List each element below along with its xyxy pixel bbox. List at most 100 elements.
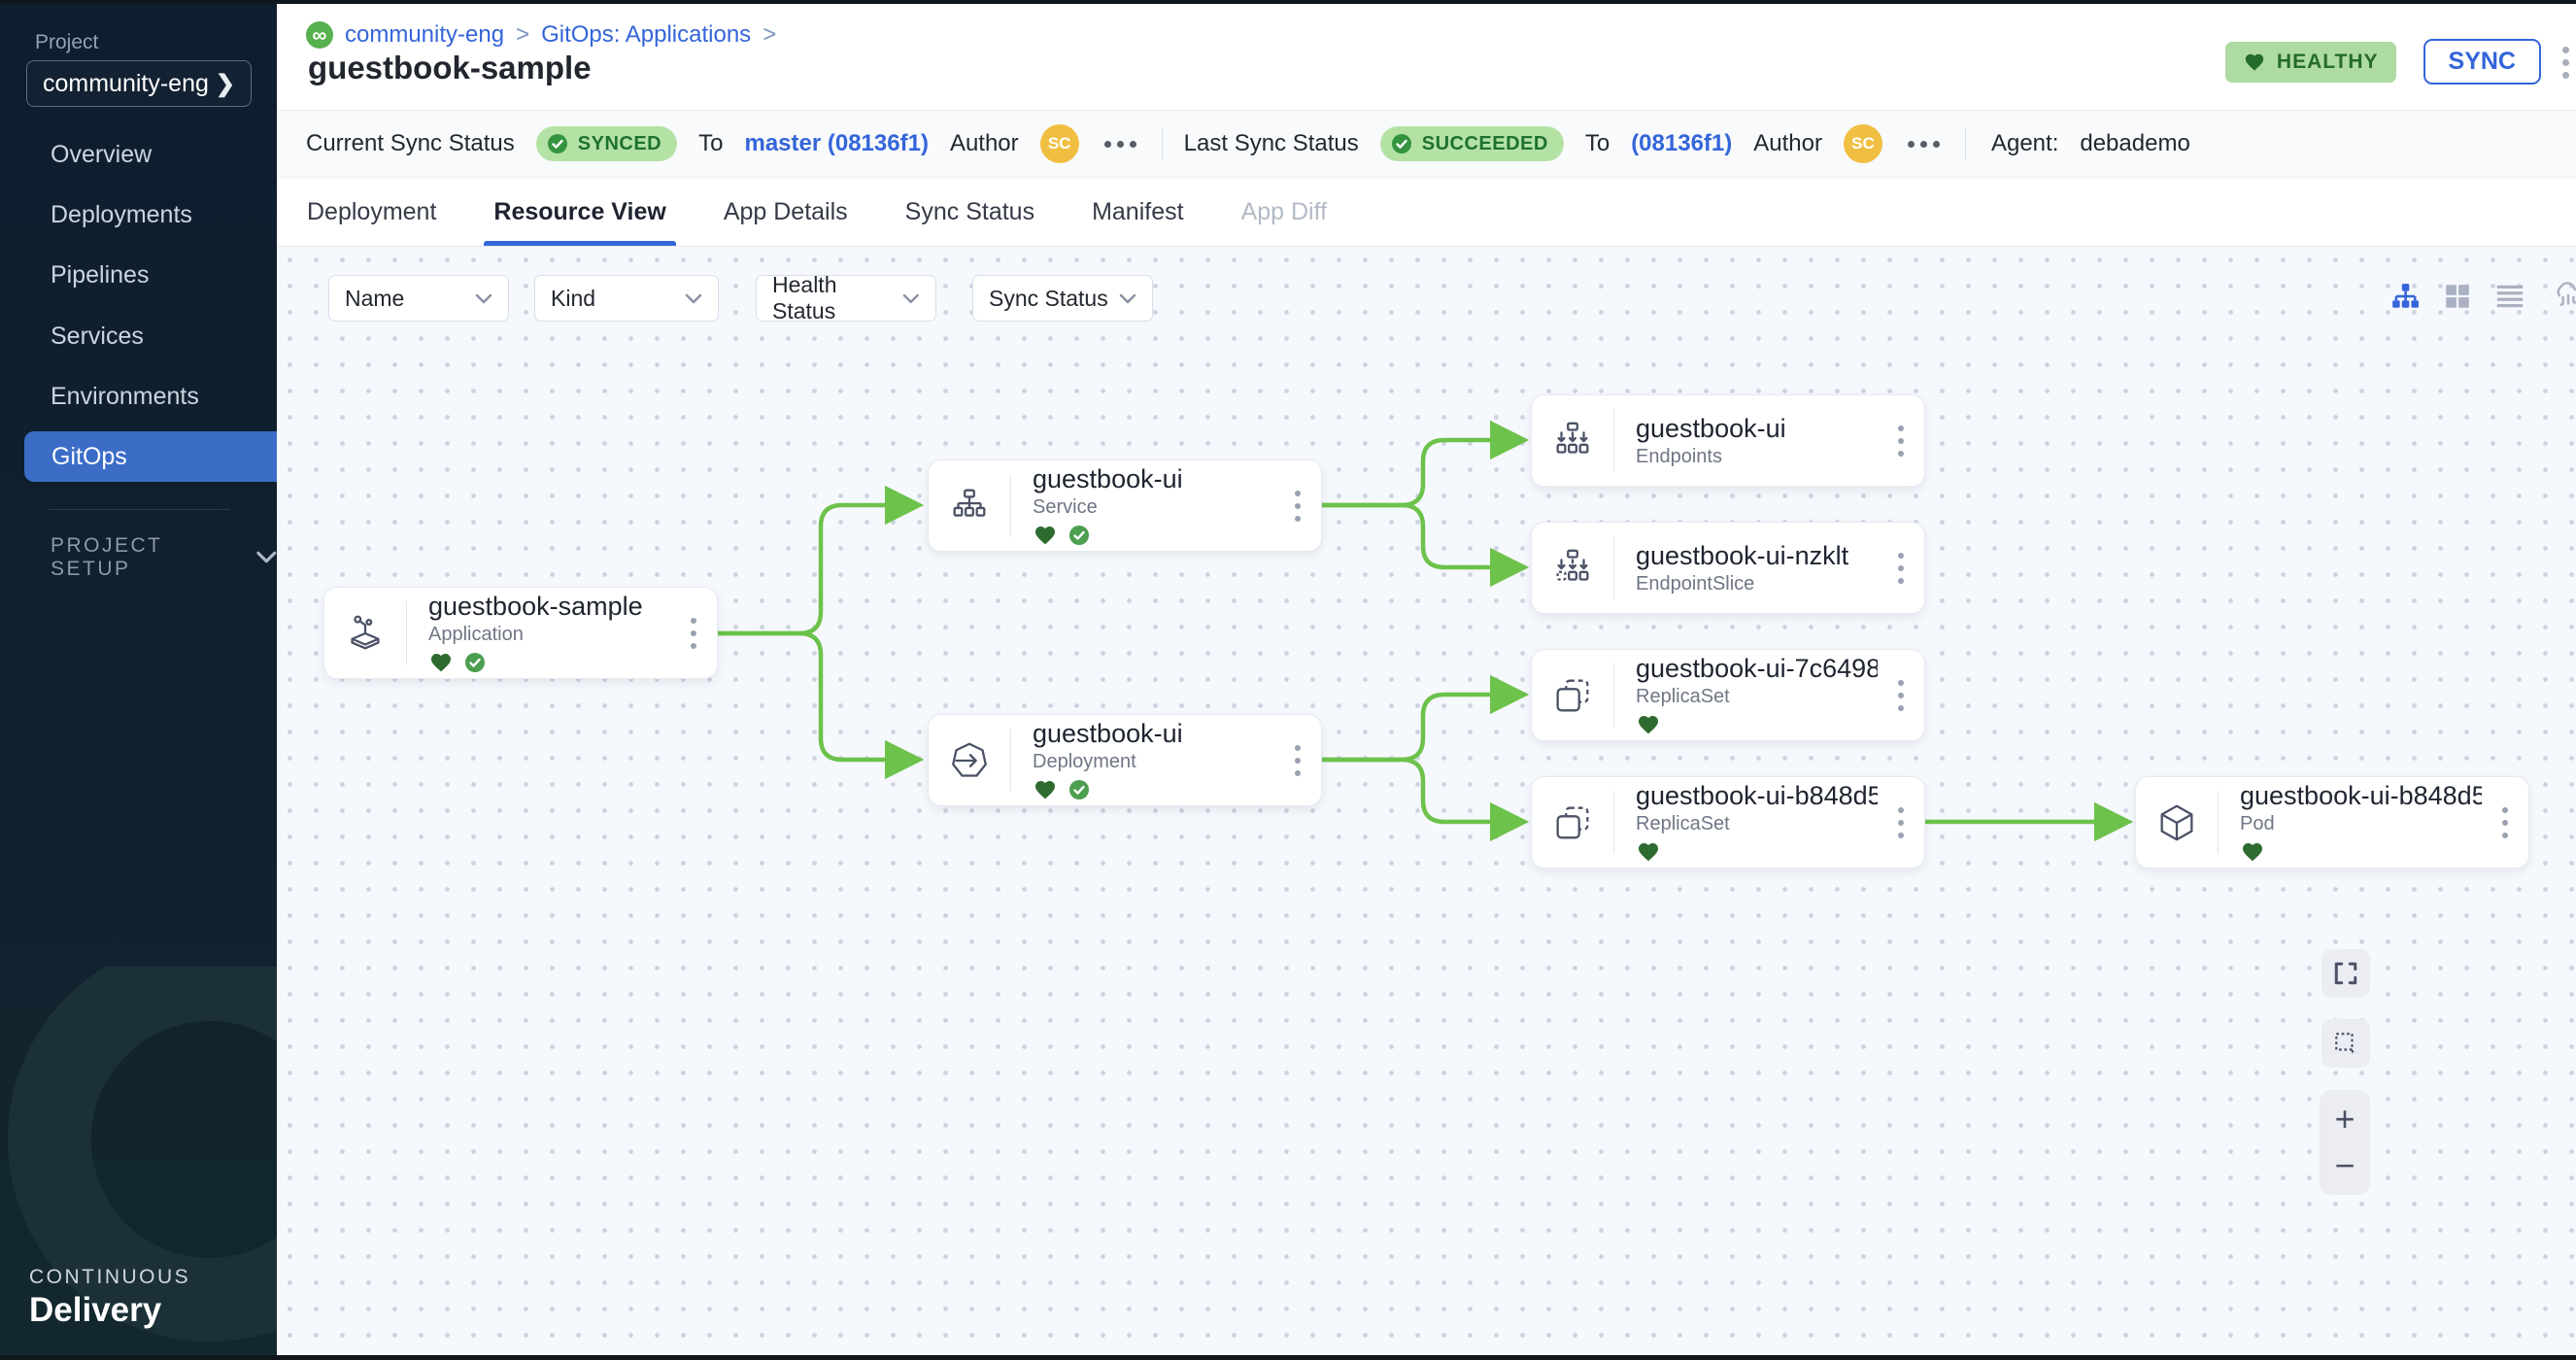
sidebar: Project community-eng ❯ Overview Deploym… bbox=[0, 4, 277, 1355]
resource-node-pod[interactable]: guestbook-ui-b848d5d9... Pod bbox=[2135, 776, 2529, 868]
synced-check-icon bbox=[1068, 778, 1091, 801]
resource-node-replicaset-b848d5d9d[interactable]: guestbook-ui-b848d5d9d ReplicaSet bbox=[1531, 776, 1925, 868]
more-options-icon[interactable] bbox=[1904, 141, 1944, 148]
tab-resource-view[interactable]: Resource View bbox=[493, 178, 665, 246]
node-menu-kebab-icon[interactable] bbox=[670, 588, 717, 678]
succeeded-badge-label: SUCCEEDED bbox=[1422, 133, 1548, 155]
list-view-icon[interactable] bbox=[2495, 282, 2525, 311]
filter-health-status[interactable]: Health Status bbox=[756, 275, 936, 322]
author-avatar: SC bbox=[1844, 124, 1882, 163]
sidebar-divider bbox=[49, 509, 230, 510]
node-menu-kebab-icon[interactable] bbox=[1878, 777, 1924, 867]
zoom-out-button[interactable]: − bbox=[2334, 1148, 2355, 1183]
filter-sync-status[interactable]: Sync Status bbox=[972, 275, 1153, 322]
node-menu-kebab-icon[interactable] bbox=[1274, 460, 1321, 551]
chevron-down-icon bbox=[1119, 293, 1136, 304]
application-icon bbox=[324, 611, 406, 656]
node-name: guestbook-ui bbox=[1033, 719, 1274, 749]
sync-button[interactable]: SYNC bbox=[2423, 39, 2541, 85]
tab-sync-status[interactable]: Sync Status bbox=[905, 178, 1034, 246]
fit-to-screen-button[interactable] bbox=[2322, 949, 2370, 998]
last-sync-revision-link[interactable]: (08136f1) bbox=[1631, 130, 1732, 157]
node-status bbox=[1033, 524, 1274, 547]
sidebar-item-gitops[interactable]: GitOps bbox=[24, 431, 277, 482]
sidebar-item-pipelines[interactable]: Pipelines bbox=[0, 250, 277, 300]
filter-kind[interactable]: Kind bbox=[534, 275, 719, 322]
chevron-down-icon bbox=[256, 551, 277, 564]
node-name: guestbook-ui-7c64987dc9 bbox=[1636, 654, 1878, 684]
sidebar-item-label: Deployments bbox=[51, 201, 192, 229]
grid-view-icon[interactable] bbox=[2443, 282, 2472, 311]
window-bottom-edge bbox=[0, 1355, 2576, 1360]
zoom-in-button[interactable]: + bbox=[2334, 1102, 2355, 1137]
breadcrumb-link-applications[interactable]: GitOps: Applications bbox=[541, 21, 751, 49]
service-icon bbox=[929, 484, 1010, 528]
filter-label: Sync Status bbox=[989, 286, 1108, 312]
healthy-heart-icon bbox=[1636, 840, 1661, 864]
succeeded-badge: SUCCEEDED bbox=[1380, 126, 1564, 161]
node-menu-kebab-icon[interactable] bbox=[1878, 523, 1924, 613]
resource-node-endpoints[interactable]: guestbook-ui Endpoints bbox=[1531, 394, 1925, 487]
node-menu-kebab-icon[interactable] bbox=[1878, 650, 1924, 740]
node-kind: Service bbox=[1033, 496, 1274, 519]
breadcrumb-link-project[interactable]: community-eng bbox=[345, 21, 504, 49]
endpoints-icon bbox=[1532, 419, 1613, 463]
node-menu-kebab-icon[interactable] bbox=[1274, 715, 1321, 805]
resource-node-replicaset-7c64987dc9[interactable]: guestbook-ui-7c64987dc9 ReplicaSet bbox=[1531, 649, 1925, 741]
sidebar-item-environments[interactable]: Environments bbox=[0, 371, 277, 422]
author-label: Author bbox=[1753, 130, 1822, 157]
brand-line-continuous: CONTINUOUS bbox=[29, 1266, 190, 1289]
to-label: To bbox=[1585, 130, 1610, 157]
node-menu-kebab-icon[interactable] bbox=[2482, 777, 2528, 867]
resource-node-deployment[interactable]: guestbook-ui Deployment bbox=[928, 714, 1322, 806]
current-sync-revision-link[interactable]: master (08136f1) bbox=[744, 130, 928, 157]
filter-name[interactable]: Name bbox=[328, 275, 509, 322]
cluster-view-icon[interactable] bbox=[2554, 282, 2576, 311]
sidebar-item-label: Environments bbox=[51, 383, 199, 411]
author-label: Author bbox=[950, 130, 1019, 157]
deployment-icon bbox=[929, 738, 1010, 783]
health-badge-label: HEALTHY bbox=[2277, 51, 2379, 74]
app-menu-kebab-icon[interactable] bbox=[2562, 47, 2576, 79]
sync-status-bar: Current Sync Status SYNCED To master (08… bbox=[277, 110, 2576, 178]
sidebar-item-services[interactable]: Services bbox=[0, 311, 277, 361]
chevron-down-icon bbox=[902, 293, 920, 304]
synced-check-icon bbox=[1068, 524, 1091, 547]
node-name: guestbook-ui bbox=[1033, 464, 1274, 494]
tree-view-icon[interactable] bbox=[2390, 282, 2420, 311]
resource-tree-canvas[interactable]: Name Kind Health Status Sync Status bbox=[277, 247, 2576, 1355]
brand-line-delivery: Delivery bbox=[29, 1291, 190, 1330]
chevron-down-icon bbox=[685, 293, 702, 304]
resource-node-service[interactable]: guestbook-ui Service bbox=[928, 459, 1322, 552]
tab-manifest[interactable]: Manifest bbox=[1092, 178, 1183, 246]
resource-node-application[interactable]: guestbook-sample Application bbox=[323, 587, 718, 679]
node-status bbox=[1636, 840, 1878, 864]
replicaset-icon bbox=[1532, 800, 1613, 845]
sidebar-item-label: Services bbox=[51, 323, 144, 351]
node-status bbox=[428, 651, 670, 674]
check-circle-icon bbox=[546, 132, 569, 155]
sidebar-item-overview[interactable]: Overview bbox=[0, 129, 277, 180]
project-setup-toggle[interactable]: PROJECT SETUP bbox=[51, 534, 277, 581]
synced-badge: SYNCED bbox=[536, 126, 677, 161]
breadcrumb-separator: > bbox=[516, 21, 529, 49]
healthy-heart-icon bbox=[1033, 778, 1058, 801]
sidebar-item-deployments[interactable]: Deployments bbox=[0, 189, 277, 240]
breadcrumb-separator: > bbox=[763, 21, 776, 49]
sidebar-item-label: GitOps bbox=[51, 443, 127, 471]
node-name: guestbook-sample bbox=[428, 592, 670, 622]
node-kind: Endpoints bbox=[1636, 446, 1878, 468]
node-menu-kebab-icon[interactable] bbox=[1878, 395, 1924, 486]
project-selector[interactable]: community-eng ❯ bbox=[26, 60, 252, 107]
tab-app-details[interactable]: App Details bbox=[724, 178, 848, 246]
healthy-heart-icon bbox=[428, 651, 454, 674]
more-options-icon[interactable] bbox=[1101, 141, 1140, 148]
page-header: ∞ community-eng > GitOps: Applications >… bbox=[277, 4, 2576, 110]
heart-icon bbox=[2243, 51, 2266, 73]
node-name: guestbook-ui bbox=[1636, 414, 1878, 444]
tab-app-diff: App Diff bbox=[1241, 178, 1327, 246]
resource-node-endpointslice[interactable]: guestbook-ui-nzklt EndpointSlice bbox=[1531, 522, 1925, 614]
tab-deployment[interactable]: Deployment bbox=[307, 178, 436, 246]
endpointslice-icon bbox=[1532, 546, 1613, 591]
marquee-select-button[interactable] bbox=[2322, 1019, 2370, 1068]
